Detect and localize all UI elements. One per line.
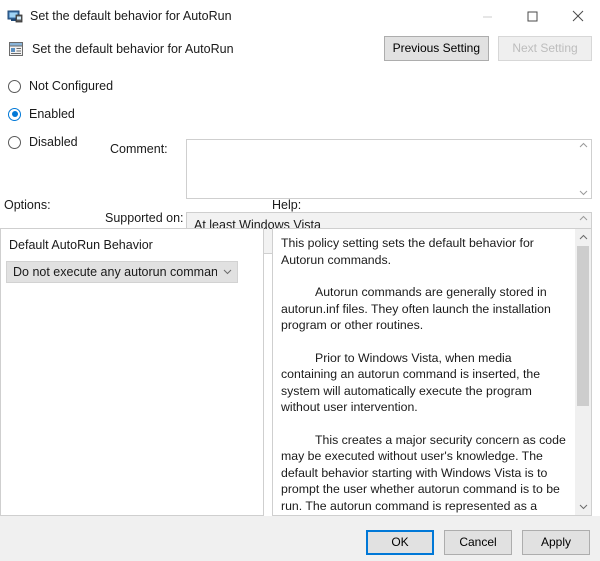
- radio-not-configured[interactable]: Not Configured: [8, 72, 178, 100]
- dialog-footer: OK Cancel Apply: [0, 516, 600, 561]
- help-panel: This policy setting sets the default beh…: [272, 228, 592, 516]
- ok-button[interactable]: OK: [366, 530, 434, 555]
- state-and-comment-area: Not Configured Enabled Disabled Comment:…: [0, 66, 600, 254]
- comment-box[interactable]: [186, 139, 592, 199]
- help-paragraph-3: Prior to Windows Vista, when media conta…: [281, 350, 541, 415]
- autorun-behavior-value: Do not execute any autorun commands: [13, 265, 217, 279]
- supported-on-label: Supported on:: [105, 211, 184, 225]
- radio-enabled-indicator[interactable]: [8, 107, 21, 121]
- setting-navigation: Previous Setting Next Setting: [383, 36, 592, 61]
- computer-policy-icon: [7, 8, 23, 24]
- setting-title: Set the default behavior for AutoRun: [32, 42, 234, 56]
- radio-not-configured-label: Not Configured: [29, 79, 114, 93]
- radio-disabled-label: Disabled: [29, 135, 78, 149]
- scroll-up-icon[interactable]: [579, 215, 588, 221]
- help-scrollbar-thumb[interactable]: [577, 246, 589, 406]
- radio-disabled-indicator[interactable]: [8, 135, 21, 149]
- cancel-button[interactable]: Cancel: [444, 530, 512, 555]
- scroll-up-icon[interactable]: [575, 229, 591, 245]
- window-title: Set the default behavior for AutoRun: [30, 9, 232, 23]
- maximize-icon[interactable]: [510, 0, 555, 32]
- help-text-content: This policy setting sets the default beh…: [273, 229, 575, 515]
- window-controls: [465, 0, 600, 32]
- minimize-icon[interactable]: [465, 0, 510, 32]
- autorun-behavior-dropdown[interactable]: Do not execute any autorun commands: [6, 261, 238, 283]
- options-panel: Default AutoRun Behavior Do not execute …: [0, 228, 264, 516]
- apply-button[interactable]: Apply: [522, 530, 590, 555]
- radio-not-configured-indicator[interactable]: [8, 79, 21, 93]
- help-paragraph-4: This creates a major security concern as…: [281, 432, 566, 513]
- radio-enabled-label: Enabled: [29, 107, 75, 121]
- chevron-down-icon[interactable]: [217, 269, 237, 275]
- help-paragraph-1: This policy setting sets the default beh…: [281, 236, 534, 267]
- comment-input[interactable]: [187, 140, 575, 198]
- comment-label: Comment:: [110, 142, 168, 156]
- scroll-up-icon[interactable]: [579, 142, 588, 148]
- footer-button-row: OK Cancel Apply: [366, 530, 590, 555]
- title-bar: Set the default behavior for AutoRun: [0, 0, 600, 32]
- help-paragraph-2: Autorun commands are generally stored in…: [281, 285, 551, 332]
- options-label: Options:: [4, 198, 51, 212]
- comment-scrollbar[interactable]: [575, 140, 591, 198]
- option-setting-title: Default AutoRun Behavior: [9, 238, 153, 252]
- setting-header: Set the default behavior for AutoRun Pre…: [0, 32, 600, 66]
- scroll-down-icon[interactable]: [575, 499, 591, 515]
- close-icon[interactable]: [555, 0, 600, 32]
- policy-setting-icon: [8, 41, 24, 57]
- previous-setting-button[interactable]: Previous Setting: [383, 36, 489, 61]
- help-scrollbar[interactable]: [575, 229, 591, 515]
- scroll-down-icon[interactable]: [579, 190, 588, 196]
- next-setting-button: Next Setting: [498, 36, 592, 61]
- help-label: Help:: [272, 198, 302, 212]
- radio-enabled[interactable]: Enabled: [8, 100, 178, 128]
